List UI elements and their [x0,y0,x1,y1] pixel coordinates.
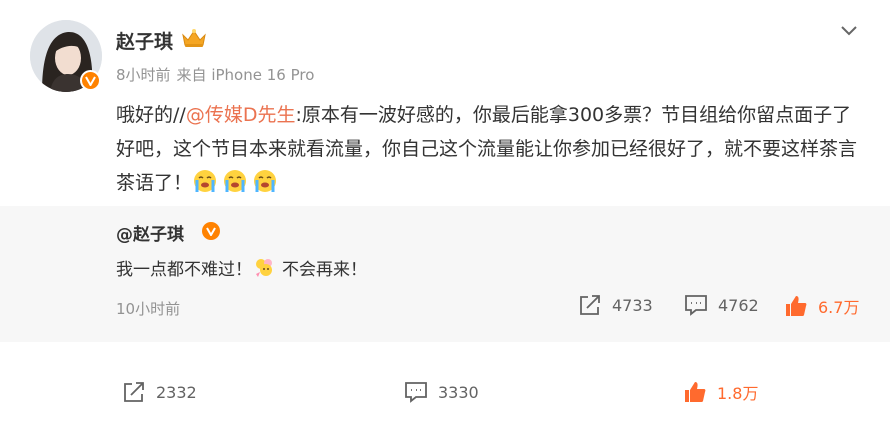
weibo-post-card: 赵子琪 8小时前 来自 iPhone 16 Pro 哦好的//@传媒D先生:原本有… [0,0,890,421]
repost-text-before: 我一点都不难过！ [116,260,252,280]
comment-icon [685,295,707,316]
verified-badge-icon [202,222,220,240]
author-name[interactable]: 赵子琪 [116,27,173,54]
repost-comment-button[interactable]: 4762 [684,294,759,316]
repost-share-button[interactable]: 4733 [578,294,653,316]
repost-comment-count: 4762 [718,295,759,315]
repost-time[interactable]: 10小时前 [116,298,180,319]
repost-like-button[interactable]: 6.7万 [784,294,859,318]
post-source: 来自 iPhone 16 Pro [176,66,315,84]
verified-badge-icon [80,70,101,91]
comment-count: 3330 [438,382,479,402]
post-time[interactable]: 8小时前 [116,66,171,84]
flower-emoji-icon [252,254,278,287]
comment-icon [405,382,427,403]
crying-emoji-icon [252,168,278,205]
share-button[interactable]: 2332 [122,381,197,403]
repost-text-after: 不会再来！ [282,260,367,280]
like-icon [685,382,706,402]
like-icon [786,296,807,316]
crying-emoji-icon [222,168,248,205]
repost-icon [580,295,600,315]
post-meta: 8小时前 来自 iPhone 16 Pro [116,64,314,85]
repost-like-count: 6.7万 [818,298,860,317]
reposted-post[interactable]: @赵子琪 我一点都不难过！ 不会再来！ 10小时前 4733 4762 6.7万 [0,206,890,342]
comment-button[interactable]: 3330 [404,381,479,403]
author-avatar[interactable] [30,20,102,92]
mention-link[interactable]: @传媒D先生 [186,104,296,126]
crying-emoji-icon [192,168,218,205]
share-count: 2332 [156,382,197,402]
repost-share-count: 4733 [612,295,653,315]
repost-icon [124,382,144,402]
like-button[interactable]: 1.8万 [683,380,758,404]
post-text-prefix: 哦好的// [116,104,186,126]
repost-text: 我一点都不难过！ 不会再来！ [116,254,367,287]
chevron-down-icon[interactable] [838,22,860,40]
crown-icon [181,28,207,52]
post-text: 哦好的//@传媒D先生:原本有一波好感的，你最后能拿300多票？节目组给你留点面… [116,98,866,205]
like-count: 1.8万 [717,384,759,403]
repost-author[interactable]: @赵子琪 [116,220,184,245]
